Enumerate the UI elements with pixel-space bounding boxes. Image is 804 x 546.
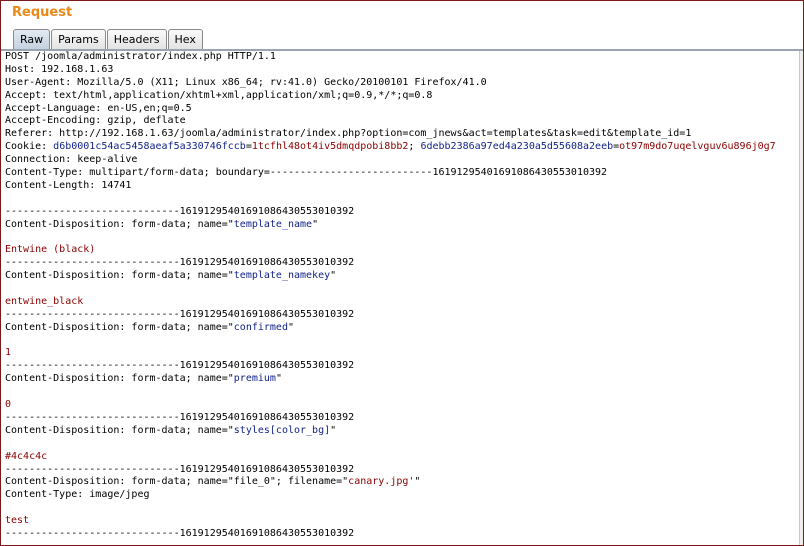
- raw-request-editor[interactable]: POST /joomla/administrator/index.php HTT…: [1, 51, 803, 545]
- tab-params[interactable]: Params: [51, 29, 106, 50]
- request-line: Content-Disposition: form-data; name="pr…: [1, 373, 803, 386]
- request-text-segment: Content-Type: multipart/form-data; bound…: [5, 167, 608, 179]
- request-line: -----------------------------16191295401…: [1, 464, 803, 477]
- request-line: Accept: text/html,application/xhtml+xml,…: [1, 90, 803, 103]
- request-line: test: [1, 515, 803, 528]
- request-line: 1: [1, 347, 803, 360]
- request-line: -----------------------------16191295401…: [1, 360, 803, 373]
- request-text-segment: Content-Type: image/jpeg: [5, 489, 150, 501]
- request-text-segment: -----------------------------16191295401…: [5, 527, 355, 539]
- request-line: -----------------------------16191295401…: [1, 528, 803, 541]
- request-text-segment: test: [5, 515, 30, 527]
- request-text-segment: 1tcfhl48ot4iv5dmqdpobi8bb2: [251, 141, 409, 153]
- request-line: -----------------------------16191295401…: [1, 206, 803, 219]
- request-line: 0: [1, 399, 803, 412]
- request-line: [1, 335, 803, 348]
- request-line: User-Agent: Mozilla/5.0 (X11; Linux x86_…: [1, 77, 803, 90]
- request-text-segment: -----------------------------16191295401…: [5, 360, 355, 372]
- request-text-segment: ": [287, 321, 294, 333]
- request-panel: Request Raw Params Headers Hex POST /joo…: [0, 0, 804, 546]
- request-line: [1, 438, 803, 451]
- request-text-segment: POST /joomla/administrator/index.php HTT…: [5, 51, 276, 62]
- request-line: -----------------------------16191295401…: [1, 309, 803, 322]
- request-line: POST /joomla/administrator/index.php HTT…: [1, 51, 803, 64]
- request-line: Entwine (black): [1, 244, 803, 257]
- request-text-segment: Content-Disposition: form-data; name=": [5, 373, 234, 385]
- request-text-segment: -----------------------------16191295401…: [5, 463, 355, 475]
- request-line: Accept-Encoding: gzip, deflate: [1, 115, 803, 128]
- request-text-segment: -----------------------------16191295401…: [5, 411, 355, 423]
- request-line: Content-Disposition: form-data; name="fi…: [1, 476, 803, 489]
- request-text-segment: Host: 192.168.1.63: [5, 63, 114, 75]
- request-text-segment: Content-Length: 14741: [5, 179, 132, 191]
- request-line: Content-Type: multipart/form-data; bound…: [1, 167, 803, 180]
- request-text-segment: Content-Disposition: form-data; name=": [5, 424, 234, 436]
- request-text-segment: canary.jpg': [348, 476, 415, 488]
- request-text-segment: Referer: http://192.168.1.63/joomla/admi…: [5, 128, 692, 140]
- request-line: Content-Disposition: form-data; name="te…: [1, 270, 803, 283]
- request-text-segment: ": [330, 424, 337, 436]
- request-text-segment: Entwine (black): [5, 244, 96, 256]
- request-text-segment: 1: [5, 347, 12, 359]
- request-text-segment: ": [330, 270, 337, 282]
- request-text-segment: 6debb2386a97ed4a230a5d55608a2eeb: [420, 141, 614, 153]
- request-text-segment: template_namekey: [233, 270, 331, 282]
- request-line: [1, 231, 803, 244]
- request-line: Content-Disposition: form-data; name="te…: [1, 219, 803, 232]
- request-line: [1, 283, 803, 296]
- request-line: #4c4c4c: [1, 451, 803, 464]
- request-text-segment: ": [275, 373, 282, 385]
- vertical-scrollbar[interactable]: [799, 51, 803, 545]
- request-text-segment: Accept: text/html,application/xhtml+xml,…: [5, 89, 433, 101]
- request-text-segment: 0: [5, 399, 12, 411]
- panel-title: Request: [12, 5, 73, 20]
- tab-bar: Raw Params Headers Hex: [13, 29, 204, 50]
- request-text-segment: ot97m9do7uqelvguv6u896j0g7: [619, 141, 776, 153]
- tab-hex[interactable]: Hex: [167, 29, 203, 50]
- request-line: Content-Disposition: form-data; name="co…: [1, 322, 803, 335]
- request-text-segment: Content-Disposition: form-data; name=": [5, 270, 234, 282]
- request-line: Host: 192.168.1.63: [1, 64, 803, 77]
- request-line: [1, 193, 803, 206]
- request-text-segment: entwine_black: [5, 295, 84, 307]
- request-line: Cookie: d6b0001c54ac5458aeaf5a330746fccb…: [1, 141, 803, 154]
- request-text-segment: Accept-Language: en-US,en;q=0.5: [5, 102, 192, 114]
- request-line: -----------------------------16191295401…: [1, 257, 803, 270]
- request-text-segment: Connection: keep-alive: [5, 154, 138, 166]
- request-text-segment: Content-Disposition: form-data; name=": [5, 218, 234, 230]
- request-text-segment: Cookie:: [5, 141, 54, 153]
- request-line: Content-Type: image/jpeg: [1, 489, 803, 502]
- request-text-segment: Content-Disposition: form-data; name=": [5, 321, 234, 333]
- request-line: Content-Disposition: form-data; name="st…: [1, 425, 803, 438]
- request-line: [1, 502, 803, 515]
- request-text-segment: Accept-Encoding: gzip, deflate: [5, 115, 186, 127]
- request-text-segment: template_name: [233, 218, 313, 230]
- tab-headers[interactable]: Headers: [106, 29, 167, 50]
- request-text-segment: premium: [233, 373, 276, 385]
- request-text-segment: ;: [408, 141, 421, 153]
- request-text-segment: User-Agent: Mozilla/5.0 (X11; Linux x86_…: [5, 76, 487, 88]
- request-line: Accept-Language: en-US,en;q=0.5: [1, 103, 803, 116]
- tab-raw[interactable]: Raw: [13, 29, 51, 50]
- request-text-segment: ": [312, 218, 319, 230]
- request-line: Connection: keep-alive: [1, 154, 803, 167]
- request-text-segment: Content-Disposition: form-data; name="fi…: [5, 476, 349, 488]
- request-text-segment: confirmed: [233, 321, 288, 333]
- request-text-segment: ": [414, 476, 421, 488]
- request-line: Referer: http://192.168.1.63/joomla/admi…: [1, 128, 803, 141]
- request-text-segment: -----------------------------16191295401…: [5, 257, 355, 269]
- request-text-segment: styles[color_bg]: [233, 424, 331, 436]
- request-line: [1, 386, 803, 399]
- request-line: entwine_black: [1, 296, 803, 309]
- request-text-segment: -----------------------------16191295401…: [5, 308, 355, 320]
- request-line: -----------------------------16191295401…: [1, 412, 803, 425]
- request-text-segment: d6b0001c54ac5458aeaf5a330746fccb: [53, 141, 246, 153]
- request-text-segment: -----------------------------16191295401…: [5, 205, 355, 217]
- request-text-segment: #4c4c4c: [5, 450, 48, 462]
- request-line: Content-Length: 14741: [1, 180, 803, 193]
